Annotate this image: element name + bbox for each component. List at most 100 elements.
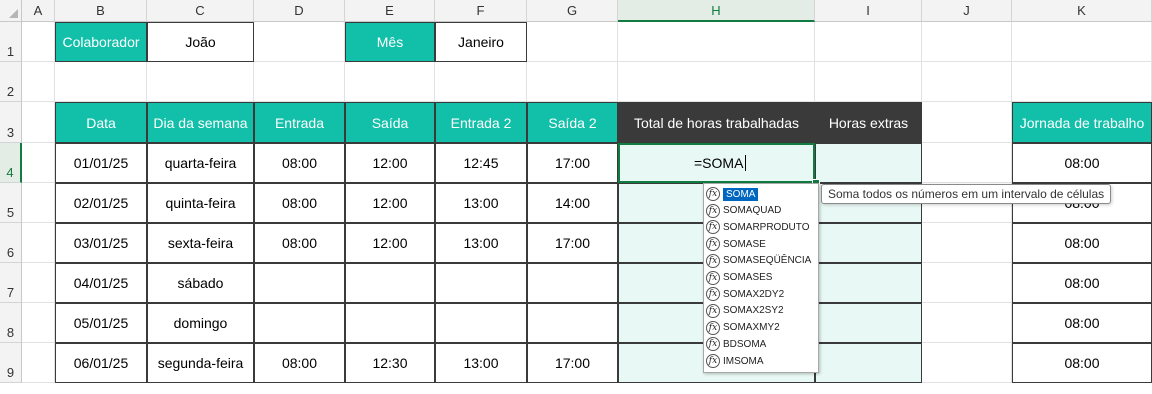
row-header-5[interactable]: 5 bbox=[0, 183, 22, 223]
grid-cell[interactable] bbox=[815, 62, 922, 102]
horas-extras-cell[interactable] bbox=[815, 223, 922, 263]
grid-cell[interactable] bbox=[22, 343, 55, 383]
table-cell-dia[interactable]: segunda-feira bbox=[147, 343, 254, 383]
table-cell-data[interactable]: 04/01/25 bbox=[55, 263, 147, 303]
grid-cell[interactable] bbox=[527, 22, 618, 62]
grid-cell[interactable] bbox=[22, 263, 55, 303]
column-header-i[interactable]: I bbox=[815, 0, 922, 22]
table-header-3[interactable]: Entrada bbox=[254, 102, 345, 143]
table-cell-e1[interactable] bbox=[254, 263, 345, 303]
horas-extras-cell[interactable] bbox=[815, 263, 922, 303]
table-cell-dia[interactable]: sábado bbox=[147, 263, 254, 303]
grid-cell[interactable] bbox=[55, 62, 147, 102]
select-all-corner[interactable] bbox=[0, 0, 22, 22]
column-header-k[interactable]: K bbox=[1012, 0, 1152, 22]
jornada-cell[interactable]: 08:00 bbox=[1012, 223, 1152, 263]
horas-extras-cell[interactable] bbox=[815, 343, 922, 383]
grid-cell[interactable] bbox=[922, 143, 1012, 183]
grid-cell[interactable] bbox=[527, 62, 618, 102]
grid-cell[interactable] bbox=[22, 102, 55, 143]
table-cell-s1[interactable]: 12:00 bbox=[345, 143, 435, 183]
table-header-7[interactable]: Total de horas trabalhadas bbox=[618, 102, 815, 143]
row-header-8[interactable]: 8 bbox=[0, 303, 22, 343]
table-cell-s2[interactable]: 17:00 bbox=[527, 143, 618, 183]
colaborador-label[interactable]: Colaborador bbox=[55, 22, 147, 62]
grid-cell[interactable] bbox=[618, 22, 815, 62]
table-header-1[interactable]: Data bbox=[55, 102, 147, 143]
grid-cell[interactable] bbox=[1012, 62, 1152, 102]
autocomplete-item[interactable]: fx SOMA bbox=[706, 186, 816, 202]
grid-cell[interactable] bbox=[435, 62, 527, 102]
table-cell-e1[interactable]: 08:00 bbox=[254, 183, 345, 223]
grid-cell[interactable] bbox=[922, 62, 1012, 102]
column-header-d[interactable]: D bbox=[254, 0, 345, 22]
grid-cell[interactable] bbox=[22, 223, 55, 263]
autocomplete-item[interactable]: fx BDSOMA bbox=[706, 336, 816, 352]
autocomplete-item[interactable]: fx SOMASE bbox=[706, 236, 816, 252]
row-header-3[interactable]: 3 bbox=[0, 102, 22, 143]
table-cell-s2[interactable]: 17:00 bbox=[527, 343, 618, 383]
autocomplete-dropdown[interactable]: fx SOMA fx SOMAQUAD fx SOMARPRODUTO fx SOMASE fx… bbox=[703, 183, 819, 373]
grid-cell[interactable] bbox=[1012, 22, 1152, 62]
horas-extras-cell[interactable] bbox=[815, 143, 922, 183]
table-cell-s1[interactable]: 12:30 bbox=[345, 343, 435, 383]
row-header-9[interactable]: 9 bbox=[0, 343, 22, 383]
table-cell-s1[interactable] bbox=[345, 303, 435, 343]
grid-cell[interactable] bbox=[22, 303, 55, 343]
jornada-cell[interactable]: 08:00 bbox=[1012, 263, 1152, 303]
table-cell-e2[interactable]: 12:45 bbox=[435, 143, 527, 183]
grid-cell[interactable] bbox=[618, 62, 815, 102]
table-header-6[interactable]: Saída 2 bbox=[527, 102, 618, 143]
grid-cell[interactable] bbox=[922, 22, 1012, 62]
grid-cell[interactable] bbox=[815, 22, 922, 62]
grid-cell[interactable] bbox=[22, 183, 55, 223]
table-cell-s2[interactable]: 17:00 bbox=[527, 223, 618, 263]
jornada-cell[interactable]: 08:00 bbox=[1012, 303, 1152, 343]
table-cell-data[interactable]: 03/01/25 bbox=[55, 223, 147, 263]
grid-cell[interactable] bbox=[254, 62, 345, 102]
autocomplete-item[interactable]: fx SOMASES bbox=[706, 270, 816, 286]
table-cell-s1[interactable]: 12:00 bbox=[345, 183, 435, 223]
row-header-2[interactable]: 2 bbox=[0, 62, 22, 102]
autocomplete-item[interactable]: fx SOMAXMY2 bbox=[706, 320, 816, 336]
column-header-e[interactable]: E bbox=[345, 0, 435, 22]
table-header-5[interactable]: Entrada 2 bbox=[435, 102, 527, 143]
row-header-1[interactable]: 1 bbox=[0, 22, 22, 62]
autocomplete-item[interactable]: fx SOMAQUAD bbox=[706, 203, 816, 219]
mes-value[interactable]: Janeiro bbox=[435, 22, 527, 62]
table-cell-dia[interactable]: sexta-feira bbox=[147, 223, 254, 263]
table-cell-s2[interactable] bbox=[527, 263, 618, 303]
table-cell-s1[interactable]: 12:00 bbox=[345, 223, 435, 263]
row-header-7[interactable]: 7 bbox=[0, 263, 22, 303]
row-header-4[interactable]: 4 bbox=[0, 143, 22, 183]
grid-cell[interactable] bbox=[22, 22, 55, 62]
table-cell-s2[interactable]: 14:00 bbox=[527, 183, 618, 223]
horas-extras-cell[interactable] bbox=[815, 303, 922, 343]
table-cell-s1[interactable] bbox=[345, 263, 435, 303]
grid-cell[interactable] bbox=[922, 223, 1012, 263]
table-cell-e2[interactable]: 13:00 bbox=[435, 343, 527, 383]
active-cell-h4[interactable]: =SOMA bbox=[618, 143, 815, 183]
grid-cell[interactable] bbox=[22, 143, 55, 183]
table-cell-dia[interactable]: quinta-feira bbox=[147, 183, 254, 223]
column-header-a[interactable]: A bbox=[22, 0, 55, 22]
mes-label[interactable]: Mês bbox=[345, 22, 435, 62]
jornada-cell[interactable]: 08:00 bbox=[1012, 343, 1152, 383]
grid-cell[interactable] bbox=[22, 62, 55, 102]
autocomplete-item[interactable]: fx IMSOMA bbox=[706, 353, 816, 369]
table-cell-e1[interactable] bbox=[254, 303, 345, 343]
grid-cell[interactable] bbox=[922, 263, 1012, 303]
autocomplete-item[interactable]: fx SOMARPRODUTO bbox=[706, 219, 816, 235]
grid-cell[interactable] bbox=[345, 62, 435, 102]
table-header-2[interactable]: Dia da semana bbox=[147, 102, 254, 143]
column-header-f[interactable]: F bbox=[435, 0, 527, 22]
grid-cell[interactable] bbox=[922, 303, 1012, 343]
table-cell-dia[interactable]: domingo bbox=[147, 303, 254, 343]
table-cell-e2[interactable]: 13:00 bbox=[435, 183, 527, 223]
column-header-g[interactable]: G bbox=[527, 0, 618, 22]
table-cell-dia[interactable]: quarta-feira bbox=[147, 143, 254, 183]
table-cell-data[interactable]: 05/01/25 bbox=[55, 303, 147, 343]
table-header-4[interactable]: Saída bbox=[345, 102, 435, 143]
table-cell-e2[interactable] bbox=[435, 263, 527, 303]
grid-cell[interactable] bbox=[922, 343, 1012, 383]
